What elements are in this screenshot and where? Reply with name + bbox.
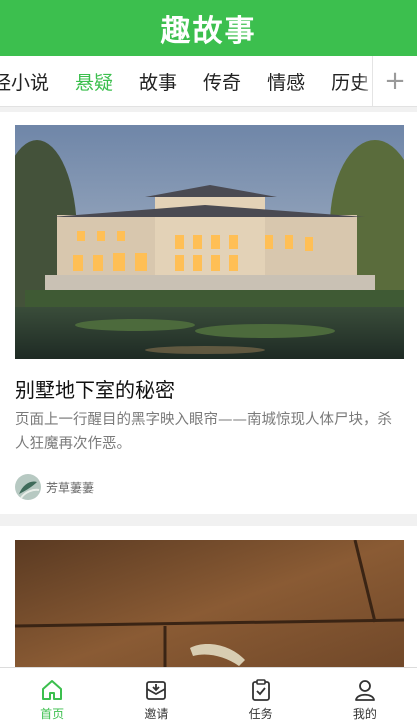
tab-story[interactable]: 故事 xyxy=(139,68,177,95)
tab-history[interactable]: 历史 xyxy=(331,68,369,95)
nav-home-label: 首页 xyxy=(40,707,65,721)
home-icon xyxy=(42,680,63,700)
task-icon xyxy=(251,679,270,701)
app-title: 趣故事 xyxy=(160,14,257,49)
app-header: 趣故事 xyxy=(0,0,417,56)
bottom-nav: 首页 邀请 任务 我的 xyxy=(0,667,417,727)
invite-icon xyxy=(146,681,167,700)
category-tabs: 经小说 悬疑 故事 传奇 情感 历史 + xyxy=(0,56,417,107)
author-name: 芳草萋萋 xyxy=(46,480,95,495)
nav-invite[interactable]: 邀请 xyxy=(104,668,208,727)
plus-icon: + xyxy=(384,66,406,96)
article-card[interactable] xyxy=(0,526,417,667)
tab-emotion[interactable]: 情感 xyxy=(267,68,305,95)
nav-task-label: 任务 xyxy=(248,707,273,721)
author-info[interactable]: 芳草萋萋 xyxy=(15,474,94,500)
nav-profile-label: 我的 xyxy=(352,707,377,721)
tab-legend[interactable]: 传奇 xyxy=(203,68,241,95)
tab-suspense[interactable]: 悬疑 xyxy=(75,68,113,95)
tab-strip: 经小说 悬疑 故事 传奇 情感 历史 xyxy=(0,56,395,106)
article-title[interactable]: 别墅地下室的秘密 xyxy=(15,374,175,403)
article-summary: 页面上一行醒目的黑字映入眼帘——南城惊现人体尸块，杀人狂魔再次作恶。 xyxy=(15,412,392,452)
add-tab-button[interactable]: + xyxy=(372,56,417,106)
avatar[interactable] xyxy=(15,474,41,500)
profile-icon xyxy=(354,680,375,701)
nav-profile[interactable]: 我的 xyxy=(313,668,417,727)
nav-home[interactable]: 首页 xyxy=(0,668,104,727)
mansion-photo[interactable] xyxy=(15,125,404,359)
nav-task[interactable]: 任务 xyxy=(209,668,313,727)
wooden-floor-photo[interactable] xyxy=(15,540,404,667)
tab-novel[interactable]: 经小说 xyxy=(0,68,49,95)
nav-invite-label: 邀请 xyxy=(144,707,169,721)
article-card[interactable]: 别墅地下室的秘密 页面上一行醒目的黑字映入眼帘——南城惊现人体尸块，杀人狂魔再次… xyxy=(0,112,417,514)
